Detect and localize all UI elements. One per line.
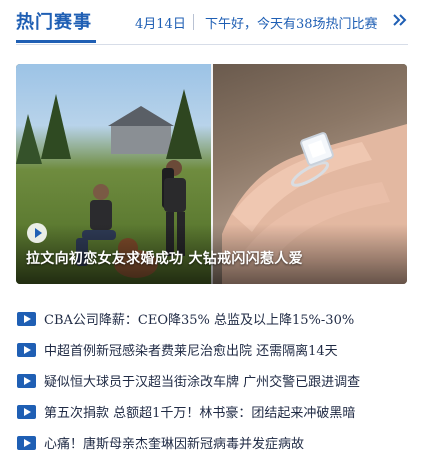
video-play-icon bbox=[17, 405, 36, 419]
news-title[interactable]: 中超首例新冠感染者费莱尼治愈出院 还需隔离14天 bbox=[44, 336, 338, 367]
header-greeting[interactable]: 下午好，今天有38场热门比赛 bbox=[205, 13, 378, 32]
featured-story[interactable]: 拉文向初恋女友求婚成功 大钻戒闪闪惹人爱 bbox=[16, 64, 407, 284]
news-title[interactable]: 疑似恒大球员于汉超当街涂改车牌 广州交警已跟进调查 bbox=[44, 367, 360, 398]
list-item[interactable]: 疑似恒大球员于汉超当街涂改车牌 广州交警已跟进调查 bbox=[16, 367, 408, 398]
header-separator bbox=[193, 14, 194, 30]
featured-caption[interactable]: 拉文向初恋女友求婚成功 大钻戒闪闪惹人爱 bbox=[26, 248, 303, 268]
double-chevron-right-icon[interactable] bbox=[392, 10, 408, 30]
play-icon[interactable] bbox=[27, 223, 47, 243]
news-list: CBA公司降薪：CEO降35% 总监及以上降15%-30% 中超首例新冠感染者费… bbox=[16, 305, 408, 460]
news-title[interactable]: 心痛！唐斯母亲杰奎琳因新冠病毒并发症病故 bbox=[44, 429, 304, 460]
header-date: 4月14日 bbox=[135, 17, 186, 32]
video-play-icon bbox=[17, 374, 36, 388]
list-item[interactable]: 第五次捐款 总额超1千万！林书豪：团结起来冲破黑暗 bbox=[16, 398, 408, 429]
video-play-icon bbox=[17, 312, 36, 326]
section-header: 热门赛事 4月14日 下午好，今天有38场热门比赛 bbox=[16, 0, 408, 45]
news-title[interactable]: 第五次捐款 总额超1千万！林书豪：团结起来冲破黑暗 bbox=[44, 398, 355, 429]
video-play-icon bbox=[17, 436, 36, 450]
title-underline bbox=[16, 40, 96, 43]
news-title[interactable]: CBA公司降薪：CEO降35% 总监及以上降15%-30% bbox=[44, 305, 354, 336]
list-item[interactable]: 心痛！唐斯母亲杰奎琳因新冠病毒并发症病故 bbox=[16, 429, 408, 460]
video-play-icon bbox=[17, 343, 36, 357]
list-item[interactable]: 中超首例新冠感染者费莱尼治愈出院 还需隔离14天 bbox=[16, 336, 408, 367]
section-title: 热门赛事 bbox=[16, 12, 92, 33]
list-item[interactable]: CBA公司降薪：CEO降35% 总监及以上降15%-30% bbox=[16, 305, 408, 336]
